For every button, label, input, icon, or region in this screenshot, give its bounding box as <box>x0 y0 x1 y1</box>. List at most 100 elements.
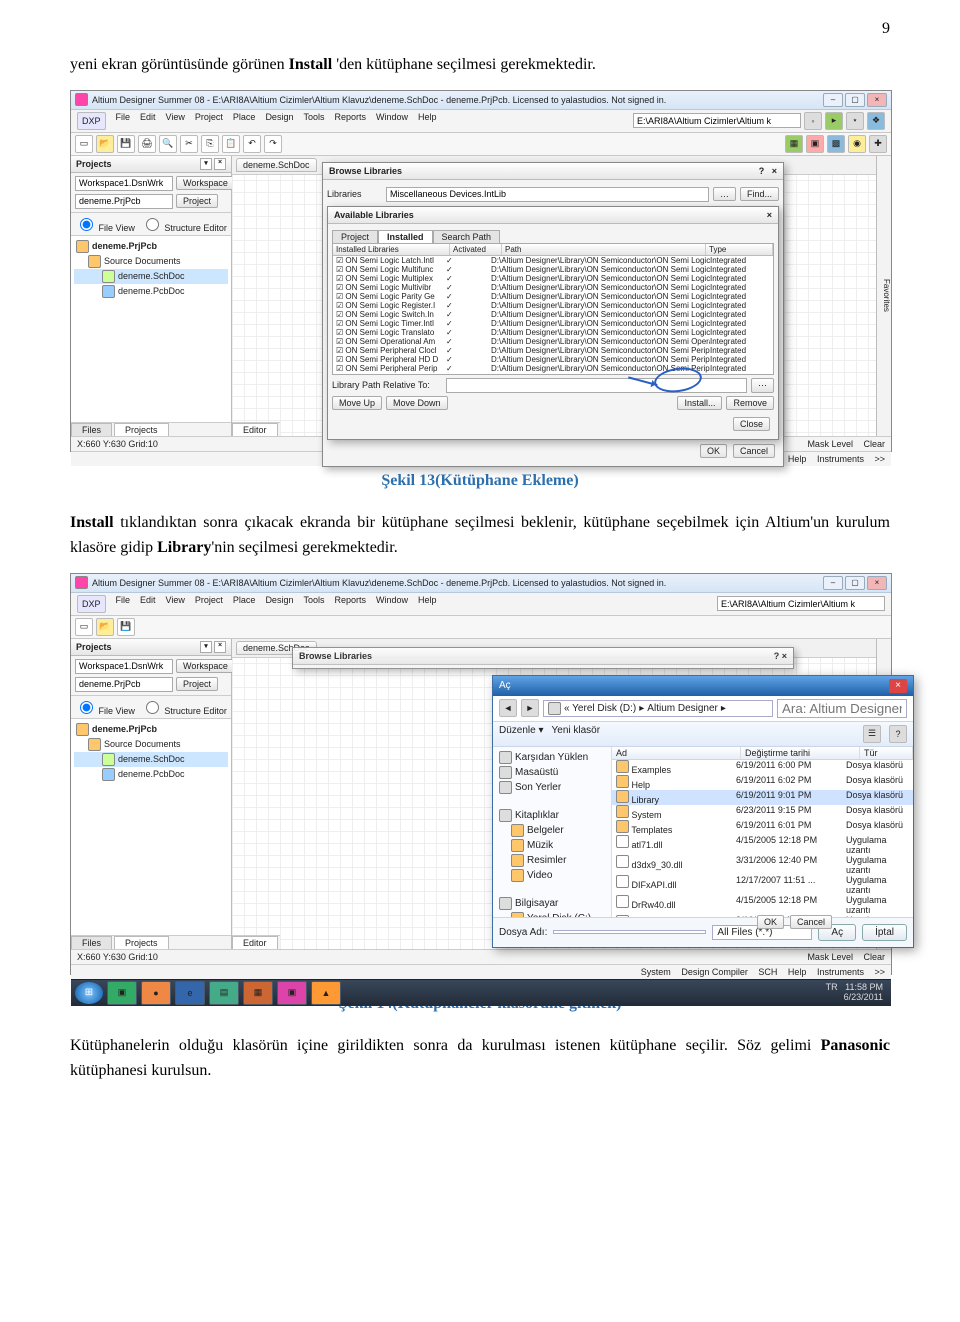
status-clear[interactable]: Clear <box>863 952 885 962</box>
col-type[interactable]: Type <box>706 244 773 255</box>
file-row[interactable]: Library6/19/2011 9:01 PMDosya klasörü <box>612 790 913 805</box>
taskbar-item[interactable]: e <box>175 981 205 1005</box>
library-row[interactable]: ☑ ON Semi Logic Switch.In✓D:\Altium Desi… <box>333 310 773 319</box>
window-controls[interactable]: – ▢ × <box>823 93 887 107</box>
taskbar-item[interactable]: ▦ <box>243 981 273 1005</box>
nav-item[interactable]: Kitaplıklar <box>497 808 607 823</box>
tree-project[interactable]: deneme.PrjPcb <box>92 241 157 251</box>
menu-design[interactable]: Design <box>265 595 293 613</box>
moveup-button[interactable]: Move Up <box>332 396 382 410</box>
remove-button[interactable]: Remove <box>726 396 774 410</box>
tree-pcb[interactable]: deneme.PcbDoc <box>118 769 185 779</box>
undo-icon[interactable]: ↶ <box>243 135 261 153</box>
library-row[interactable]: ☑ ON Semi Operational Am✓D:\Altium Desig… <box>333 337 773 346</box>
tab-projects[interactable]: Projects <box>114 423 169 436</box>
col-type[interactable]: Tür <box>860 747 913 759</box>
tab-editor[interactable]: Editor <box>232 423 278 436</box>
tab-files[interactable]: Files <box>71 423 112 436</box>
back-icon[interactable]: ◄ <box>499 699 517 717</box>
tool-icon[interactable]: ⋆ <box>846 112 864 130</box>
installed-libraries-list[interactable]: Installed Libraries Activated Path Type … <box>332 243 774 375</box>
paste-icon[interactable]: 📋 <box>222 135 240 153</box>
tree-sch[interactable]: deneme.SchDoc <box>118 754 185 764</box>
browse-path-button[interactable]: ⋯ <box>751 378 774 393</box>
col-date[interactable]: Değiştirme tarihi <box>741 747 860 759</box>
nav-pane[interactable]: Karşıdan YüklenMasaüstüSon Yerler Kitapl… <box>493 747 612 917</box>
nav-item[interactable]: Müzik <box>497 838 607 853</box>
start-button[interactable]: ⊞ <box>75 982 103 1004</box>
sb-help[interactable]: Help <box>788 967 807 977</box>
taskbar-item[interactable]: ▤ <box>209 981 239 1005</box>
file-row[interactable]: Help6/19/2011 6:02 PMDosya klasörü <box>612 775 913 790</box>
file-row[interactable]: System6/23/2011 9:15 PMDosya klasörü <box>612 805 913 820</box>
sb-instruments[interactable]: Instruments <box>817 967 864 977</box>
right-dock[interactable]: Favorites Clipboard Libraries <box>876 156 891 436</box>
nav-item[interactable] <box>497 883 607 896</box>
menu-file[interactable]: File <box>116 112 131 130</box>
menu-window[interactable]: Window <box>376 595 408 613</box>
cancel-button[interactable]: Cancel <box>790 915 832 929</box>
project-combo[interactable] <box>75 677 173 692</box>
library-row[interactable]: ☑ ON Semi Logic Multivibr✓D:\Altium Desi… <box>333 283 773 292</box>
library-row[interactable]: ☑ ON Semi Logic Translato✓D:\Altium Desi… <box>333 328 773 337</box>
taskbar-item[interactable]: ▲ <box>311 981 341 1005</box>
dxp-icon[interactable]: DXP <box>77 595 106 613</box>
cut-icon[interactable]: ✂ <box>180 135 198 153</box>
nav-item[interactable]: Video <box>497 868 607 883</box>
workspace-combo[interactable] <box>75 659 173 674</box>
project-tree[interactable]: deneme.PrjPcb Source Documents deneme.Sc… <box>71 719 231 935</box>
menu-view[interactable]: View <box>166 112 185 130</box>
menu-edit[interactable]: Edit <box>140 595 156 613</box>
project-combo[interactable] <box>75 194 173 209</box>
taskbar-item[interactable]: ▣ <box>107 981 137 1005</box>
tree-project[interactable]: deneme.PrjPcb <box>92 724 157 734</box>
tree-source[interactable]: Source Documents <box>104 256 181 266</box>
file-list[interactable]: Ad Değiştirme tarihi Tür Examples6/19/20… <box>612 747 913 917</box>
new-file-icon[interactable]: ▭ <box>75 135 93 153</box>
nav-item[interactable]: Resimler <box>497 853 607 868</box>
crumb-altium[interactable]: Altium Designer <box>647 703 718 714</box>
menu-place[interactable]: Place <box>233 595 256 613</box>
library-row[interactable]: ☑ ON Semi Peripheral Clocl✓D:\Altium Des… <box>333 346 773 355</box>
min-icon[interactable]: – <box>823 93 843 107</box>
close-icon[interactable]: × <box>867 93 887 107</box>
col-path[interactable]: Path <box>502 244 706 255</box>
project-tree[interactable]: deneme.PrjPcb Source Documents deneme.Sc… <box>71 236 231 422</box>
tool-icon[interactable]: ✚ <box>869 135 887 153</box>
library-row[interactable]: ☑ ON Semi Logic Parity Ge✓D:\Altium Desi… <box>333 292 773 301</box>
zoom-icon[interactable]: 🔍 <box>159 135 177 153</box>
pin-icon[interactable]: ▾ <box>200 158 212 170</box>
tool-icon[interactable]: ◉ <box>848 135 866 153</box>
nav-item[interactable]: Yerel Disk (C:) <box>497 911 607 917</box>
menu-place[interactable]: Place <box>233 112 256 130</box>
editor-area[interactable]: deneme.SchDoc Browse Libraries ? × Libra… <box>232 156 876 436</box>
radio-structure[interactable]: Structure Editor <box>141 698 227 716</box>
menu-design[interactable]: Design <box>265 112 293 130</box>
tool-icon[interactable]: ▣ <box>806 135 824 153</box>
menu-tools[interactable]: Tools <box>303 595 324 613</box>
min-icon[interactable]: – <box>823 576 843 590</box>
nav-icon[interactable]: ◦ <box>804 112 822 130</box>
close-icon[interactable]: × <box>889 679 907 693</box>
library-row[interactable]: ☑ ON Semi Logic Multiplex✓D:\Altium Desi… <box>333 274 773 283</box>
save-icon[interactable]: 💾 <box>117 135 135 153</box>
open-icon[interactable]: 📂 <box>96 618 114 636</box>
nav-item[interactable]: Masaüstü <box>497 765 607 780</box>
menu-project[interactable]: Project <box>195 112 223 130</box>
library-row[interactable]: ☑ ON Semi Logic Multifunc✓D:\Altium Desi… <box>333 265 773 274</box>
dxp-icon[interactable]: DXP <box>77 112 106 130</box>
sb-more[interactable]: >> <box>874 454 885 464</box>
tree-sch[interactable]: deneme.SchDoc <box>118 271 185 281</box>
project-button[interactable]: Project <box>176 677 218 691</box>
new-file-icon[interactable]: ▭ <box>75 618 93 636</box>
nav-item[interactable] <box>497 795 607 808</box>
file-row[interactable]: Examples6/19/2011 6:00 PMDosya klasörü <box>612 760 913 775</box>
sb-help[interactable]: Help <box>788 454 807 464</box>
file-row[interactable]: d3dx9_30.dll3/31/2006 12:40 PMUygulama u… <box>612 855 913 875</box>
status-mask[interactable]: Mask Level <box>807 952 853 962</box>
max-icon[interactable]: ▢ <box>845 576 865 590</box>
ok-button[interactable]: OK <box>757 915 784 929</box>
nav-item[interactable]: Karşıdan Yüklen <box>497 750 607 765</box>
library-row[interactable]: ☑ ON Semi Logic Register.I✓D:\Altium Des… <box>333 301 773 310</box>
library-row[interactable]: ☑ ON Semi Logic Latch.Intl✓D:\Altium Des… <box>333 256 773 265</box>
